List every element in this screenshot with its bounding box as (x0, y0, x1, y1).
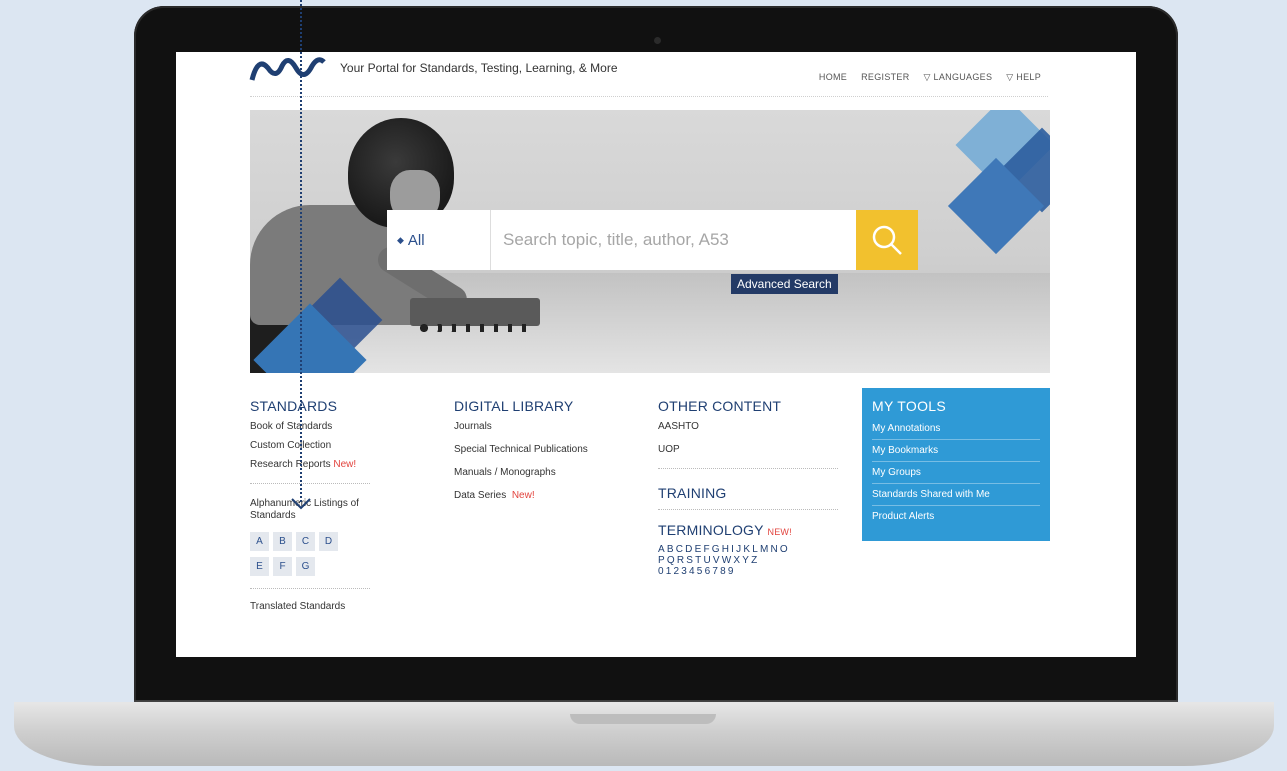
other-content-column: OTHER CONTENT AASHTO UOP TRAINING TERMIN… (658, 398, 838, 577)
letter-c-button[interactable]: C (296, 532, 315, 551)
site-tagline: Your Portal for Standards, Testing, Lear… (340, 61, 618, 75)
my-tools-heading: MY TOOLS (872, 398, 946, 414)
laptop-base (14, 702, 1274, 766)
header-divider (250, 96, 1048, 97)
nav-languages[interactable]: ▽ LANGUAGES (924, 72, 993, 83)
terminology-digits[interactable]: 0123456789 (658, 566, 838, 577)
search-icon (872, 225, 902, 255)
divider (250, 483, 370, 484)
other-content-heading: OTHER CONTENT (658, 398, 782, 414)
search-button[interactable] (856, 210, 918, 270)
hero-banner: ◆ All Advanced Search (250, 110, 1050, 373)
site-logo[interactable] (248, 54, 328, 82)
top-nav: HOME REGISTER ▽ LANGUAGES ▽ HELP (819, 72, 1041, 83)
link-uop[interactable]: UOP (658, 444, 838, 456)
letter-a-button[interactable]: A (250, 532, 269, 551)
translated-standards-link[interactable]: Translated Standards (250, 601, 370, 613)
tool-product-alerts[interactable]: Product Alerts (872, 506, 1040, 527)
link-custom-collection[interactable]: Custom Collection (250, 440, 370, 452)
training-heading[interactable]: TRAINING (658, 485, 838, 501)
search-scope-label: All (407, 231, 425, 249)
screen: Your Portal for Standards, Testing, Lear… (176, 52, 1136, 657)
terminology-letters-1[interactable]: ABCDEFGHIJKLMNO (658, 544, 838, 555)
letter-f-button[interactable]: F (273, 557, 292, 576)
tool-my-bookmarks[interactable]: My Bookmarks (872, 440, 1040, 462)
divider (658, 468, 838, 469)
advanced-search-link[interactable]: Advanced Search (731, 274, 838, 294)
new-badge: NEW! (767, 527, 792, 537)
tool-my-groups[interactable]: My Groups (872, 462, 1040, 484)
letter-e-button[interactable]: E (250, 557, 269, 576)
camera (654, 37, 661, 44)
annotation-dotted-line (300, 0, 302, 502)
new-badge: New! (333, 459, 357, 470)
laptop-notch (570, 714, 716, 724)
updown-caret-icon: ◆ (397, 234, 404, 245)
letter-g-button[interactable]: G (296, 557, 315, 576)
letter-d-button[interactable]: D (319, 532, 338, 551)
nav-register[interactable]: REGISTER (861, 72, 909, 83)
link-data-series[interactable]: Data Series New! (454, 490, 624, 502)
my-tools-panel: MY TOOLS My Annotations My Bookmarks My … (862, 388, 1050, 541)
new-badge: New! (511, 490, 535, 501)
divider (658, 509, 838, 510)
terminology-label: TERMINOLOGY (658, 522, 764, 538)
tool-my-annotations[interactable]: My Annotations (872, 418, 1040, 440)
letter-b-button[interactable]: B (273, 532, 292, 551)
standards-heading: STANDARDS (250, 398, 338, 414)
chevron-down-icon (291, 498, 311, 510)
divider (250, 588, 370, 589)
digital-library-column: DIGITAL LIBRARY Journals Special Technic… (454, 398, 624, 502)
search-scope-select[interactable]: ◆ All (387, 210, 491, 270)
link-research-reports[interactable]: Research Reports New! (250, 459, 370, 471)
digital-library-heading: DIGITAL LIBRARY (454, 398, 574, 414)
search-input[interactable] (491, 210, 857, 270)
link-manuals-monographs[interactable]: Manuals / Monographs (454, 467, 624, 479)
alpha-row-2: E F G (250, 557, 370, 576)
search-bar: ◆ All (387, 210, 857, 270)
link-special-technical-publications[interactable]: Special Technical Publications (454, 444, 624, 456)
terminology-heading[interactable]: TERMINOLOGY NEW! (658, 522, 838, 538)
alpha-row-1: A B C D (250, 532, 370, 551)
research-reports-label: Research Reports (250, 459, 331, 470)
data-series-label: Data Series (454, 490, 507, 501)
tool-standards-shared[interactable]: Standards Shared with Me (872, 484, 1040, 506)
terminology-index: ABCDEFGHIJKLMNO PQRSTUVWXYZ 0123456789 (658, 544, 838, 577)
link-aashto[interactable]: AASHTO (658, 421, 838, 433)
link-journals[interactable]: Journals (454, 421, 624, 433)
nav-help[interactable]: ▽ HELP (1006, 72, 1041, 83)
terminology-letters-2[interactable]: PQRSTUVWXYZ (658, 555, 838, 566)
nav-home[interactable]: HOME (819, 72, 847, 83)
link-book-of-standards[interactable]: Book of Standards (250, 421, 370, 433)
hero-photo-toy-train (410, 298, 540, 332)
